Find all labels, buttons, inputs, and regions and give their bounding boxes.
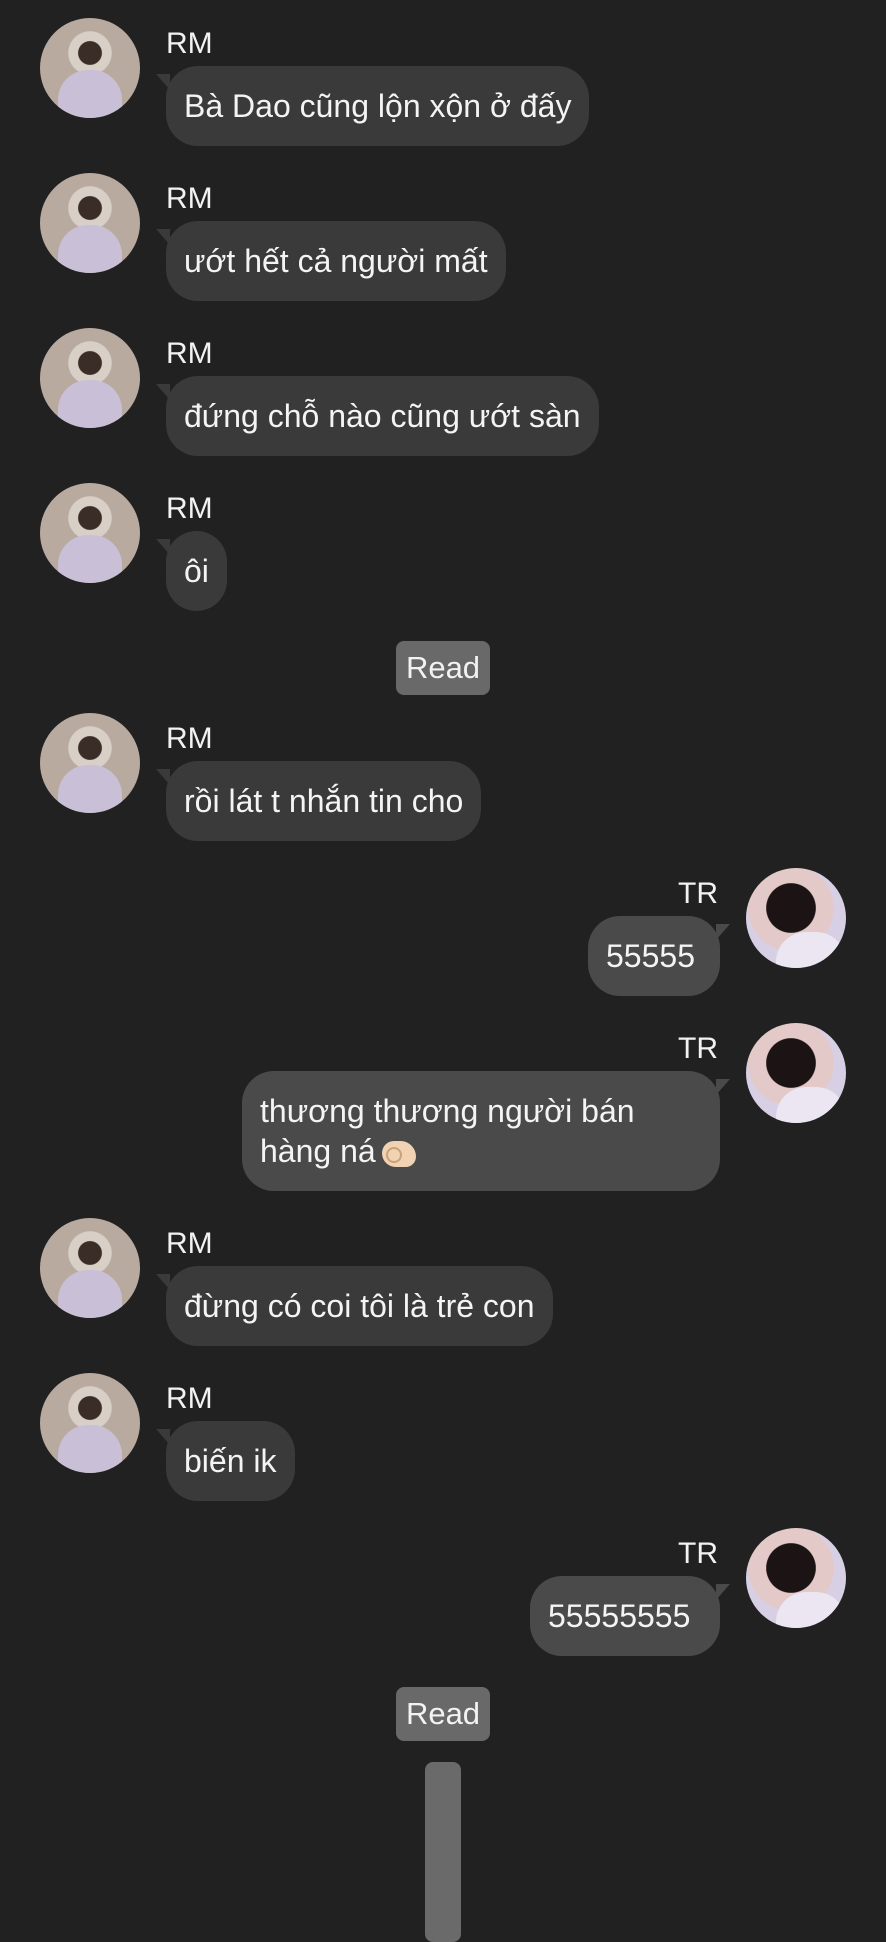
message-bubble[interactable]: ướt hết cả người mất: [166, 221, 506, 301]
avatar-rm[interactable]: [40, 18, 140, 118]
message-text-line: thương thương người bán: [260, 1093, 635, 1129]
message-bubble[interactable]: biến ik: [166, 1421, 295, 1501]
sender-name: RM: [166, 1227, 213, 1260]
message-bubble[interactable]: đứng chỗ nào cũng ướt sàn: [166, 376, 599, 456]
message-bubble[interactable]: 55555: [588, 916, 720, 996]
sender-name: RM: [166, 492, 213, 525]
message-bubble[interactable]: thương thương người bán hàng ná: [242, 1071, 720, 1191]
sender-name: RM: [166, 722, 213, 755]
chat-thread[interactable]: RM Bà Dao cũng lộn xộn ở đấy RM ướt hết …: [0, 0, 886, 1942]
message-text: hàng ná: [260, 1133, 376, 1169]
avatar-tr[interactable]: [746, 868, 846, 968]
avatar-rm[interactable]: [40, 713, 140, 813]
sender-name: RM: [166, 1382, 213, 1415]
avatar-rm[interactable]: [40, 483, 140, 583]
avatar-tr[interactable]: [746, 1528, 846, 1628]
sender-name: RM: [166, 27, 213, 60]
sender-name: TR: [678, 1032, 718, 1065]
message-bubble[interactable]: đừng có coi tôi là trẻ con: [166, 1266, 553, 1346]
avatar-tr[interactable]: [746, 1023, 846, 1123]
avatar-rm[interactable]: [40, 173, 140, 273]
sender-name: RM: [166, 337, 213, 370]
message-bubble[interactable]: 55555555: [530, 1576, 720, 1656]
message-text-line: hàng ná: [260, 1131, 702, 1171]
sender-name: TR: [678, 1537, 718, 1570]
message-bubble[interactable]: ôi: [166, 531, 227, 611]
avatar-rm[interactable]: [40, 328, 140, 428]
sender-name: RM: [166, 182, 213, 215]
scrollbar-thumb[interactable]: [425, 1762, 461, 1942]
read-receipt: Read: [396, 641, 490, 695]
read-receipt: Read: [396, 1687, 490, 1741]
avatar-rm[interactable]: [40, 1373, 140, 1473]
pinching-hand-emoji-icon: [381, 1140, 416, 1167]
avatar-rm[interactable]: [40, 1218, 140, 1318]
sender-name: TR: [678, 877, 718, 910]
message-bubble[interactable]: rồi lát t nhắn tin cho: [166, 761, 482, 841]
message-bubble[interactable]: Bà Dao cũng lộn xộn ở đấy: [166, 66, 590, 146]
